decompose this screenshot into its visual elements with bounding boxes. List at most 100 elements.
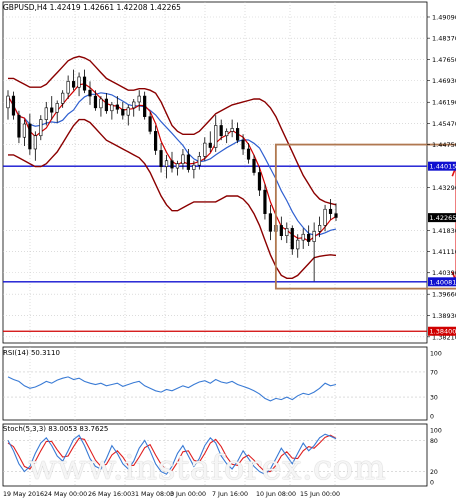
price-tick-label: 1.41110 (432, 248, 456, 256)
candle-body (230, 128, 234, 132)
candle-body (301, 233, 305, 241)
candle-body (77, 76, 81, 88)
candle-body (170, 160, 174, 169)
candle-body (290, 228, 294, 250)
candle-body (181, 154, 185, 164)
chart-header: GBPUSD,H4 1.42419 1.42661 1.42208 1.4226… (3, 3, 181, 12)
stoch-tick-label: 20 (430, 469, 438, 476)
x-tick-label: 19 May 2016 (3, 491, 44, 498)
price-highlight-label: 1.38400 (430, 328, 456, 336)
chart-svg: 1.49090 1.48370 1.47650 1.46930 1.46190 1.454… (2, 1, 456, 498)
candle-body (110, 104, 114, 112)
candle-body (159, 150, 163, 167)
candle-body (28, 123, 32, 150)
price-tick-label: 1.47650 (432, 56, 456, 64)
candle-body (44, 107, 48, 120)
candle-body (268, 213, 273, 232)
candle-body (296, 239, 300, 250)
candle-body (148, 116, 152, 132)
candle-body (328, 208, 333, 214)
candle-body (186, 154, 191, 170)
rsi-tick-label: 70 (430, 369, 438, 376)
price-tick-label: 1.43290 (432, 184, 456, 192)
candle-body (33, 135, 37, 150)
candle-body (88, 89, 92, 97)
x-tick-label: 26 May 16:00 (88, 491, 131, 498)
candle-body (115, 104, 119, 110)
price-tick-label: 1.48370 (432, 35, 456, 43)
candle-body (66, 81, 70, 94)
candle-body (219, 125, 223, 137)
candle-body (263, 189, 267, 214)
candle-body (208, 142, 212, 148)
price-tick-label: 1.39660 (432, 291, 456, 299)
candle-body (39, 119, 43, 137)
price-tick-label: 1.38930 (432, 312, 456, 320)
rsi-tick-label: 100 (430, 351, 442, 358)
price-highlight-label: 1.40081 (430, 278, 456, 286)
candle-body (164, 160, 169, 167)
candle-body (137, 95, 141, 103)
candle-body (236, 128, 240, 141)
pane-frame-0 (2, 1, 428, 344)
candle-body (241, 139, 245, 150)
candle-body (323, 208, 327, 226)
price-tick-label: 1.49090 (432, 13, 456, 21)
candle-body (192, 164, 196, 170)
price-tick-label: 1.41830 (432, 227, 456, 235)
candle-body (143, 95, 147, 117)
candle-body (93, 95, 98, 109)
rsi-label: RSI(14) 50.3110 (3, 349, 60, 357)
candle-body (6, 95, 10, 109)
candle-body (104, 98, 108, 112)
x-tick-label: 24 May 00:00 (44, 491, 87, 498)
stoch-label: Stoch(5,3,3) 83.0053 83.7625 (3, 425, 108, 433)
x-tick-label: 15 Jun 00:00 (300, 491, 340, 498)
stoch-tick-label: 0 (430, 480, 434, 487)
stoch-tick-label: 100 (430, 428, 442, 435)
price-tick-label: 1.46190 (432, 99, 456, 107)
price-tick-label: 1.45470 (432, 120, 456, 128)
candle-body (72, 81, 76, 88)
candle-body (317, 225, 322, 232)
candle-body (99, 98, 103, 109)
candle-body (154, 131, 158, 151)
x-tick-label: 31 May 08:00 (131, 491, 174, 498)
candle-body (285, 228, 289, 237)
x-tick-label: 3 Jun 00:00 (170, 491, 206, 498)
candle-body (334, 213, 338, 218)
candle-body (279, 225, 283, 237)
candle-body (214, 125, 218, 148)
candle-body (175, 163, 180, 169)
candle-body (121, 108, 125, 116)
candle-body (126, 107, 130, 116)
price-highlight-label: 1.42265 (430, 214, 456, 222)
grid-layer (2, 1, 428, 487)
candle-body (61, 92, 65, 104)
pane-frame-1 (2, 346, 428, 421)
candle-body (55, 103, 59, 113)
candle-body (203, 142, 207, 157)
price-highlight-label: 1.44015 (430, 163, 456, 171)
price-tick-label: 1.40390 (432, 269, 456, 277)
candle-body (17, 114, 21, 138)
rsi-tick-label: 0 (430, 414, 434, 421)
candle-body (312, 230, 316, 242)
candle-body (252, 158, 256, 173)
x-tick-label: 7 Jun 16:00 (212, 491, 248, 498)
price-tick-label: 1.46930 (432, 77, 456, 85)
candle-body (246, 148, 251, 160)
rsi-tick-label: 30 (430, 395, 438, 402)
stoch-tick-label: 80 (430, 438, 438, 445)
candle-body (132, 101, 136, 109)
candle-body (307, 233, 311, 242)
candle-body (11, 95, 16, 116)
candle-body (50, 107, 54, 113)
candle-body (22, 123, 27, 138)
candle-body (257, 172, 262, 191)
candle-body (225, 131, 229, 137)
x-tick-label: 10 Jun 08:00 (256, 491, 296, 498)
candle-body (82, 76, 87, 91)
price-tick-label: 1.44750 (432, 141, 456, 149)
candle-body (197, 156, 201, 166)
